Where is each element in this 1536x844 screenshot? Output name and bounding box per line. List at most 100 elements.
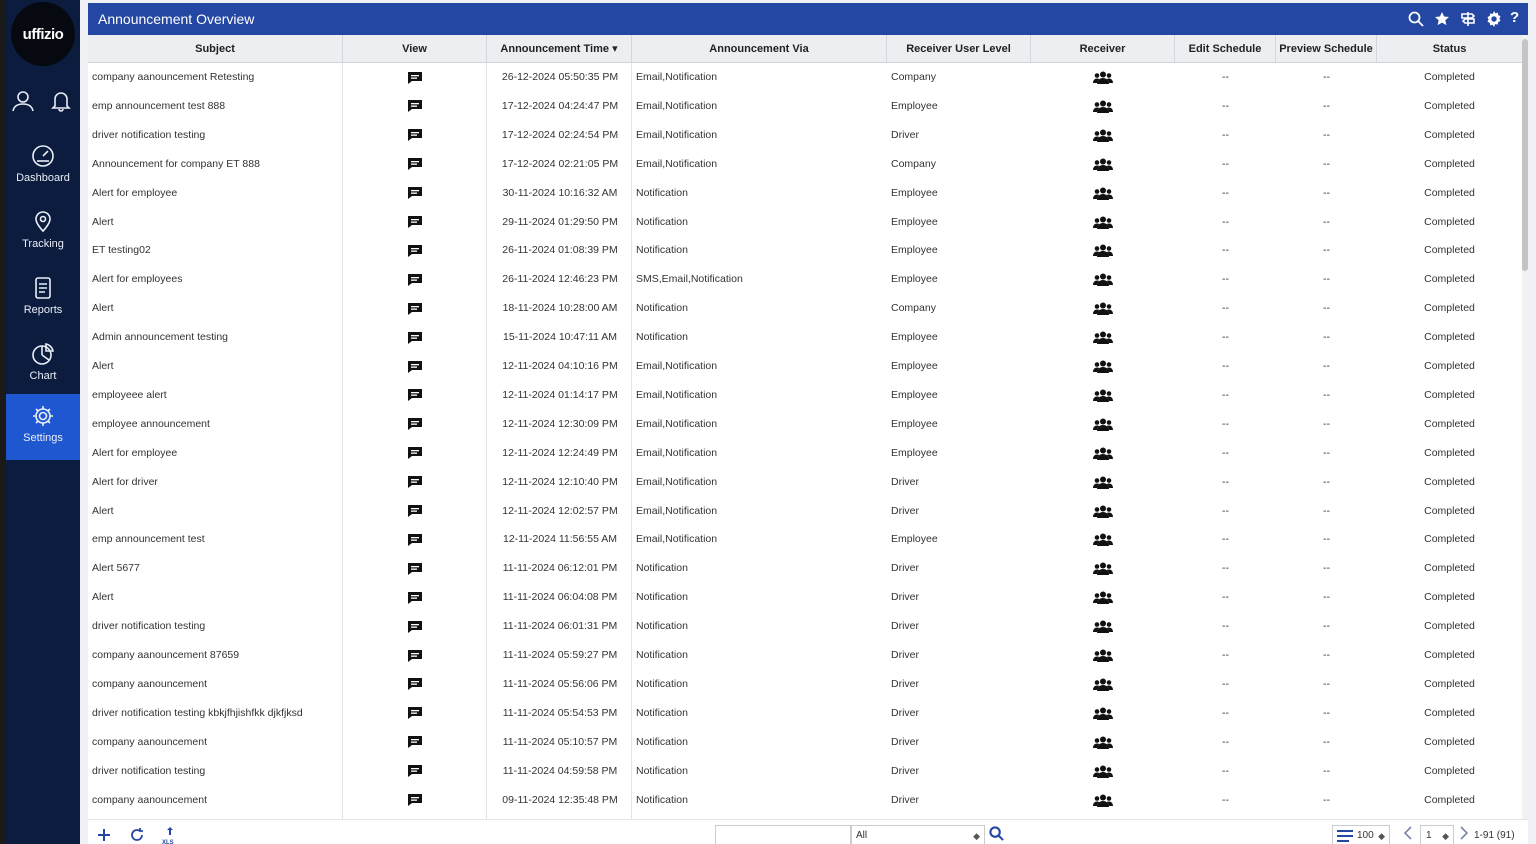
sidebar-item-reports[interactable]: Reports	[6, 266, 80, 332]
sidebar-item-dashboard[interactable]: Dashboard	[6, 134, 80, 200]
help-icon[interactable]: ?	[1510, 9, 1519, 26]
search-icon[interactable]	[989, 826, 1004, 844]
table-row[interactable]: emp announcement test 888 17-12-2024 04:2…	[88, 92, 1522, 121]
table-row[interactable]: company aanouncement 11-11-2024 05:10:57 …	[88, 728, 1522, 757]
receiver-group-icon[interactable]	[1031, 439, 1175, 468]
table-row[interactable]: Alert for driver 12-11-2024 12:10:40 PM Em…	[88, 468, 1522, 497]
view-message-icon[interactable]	[343, 352, 487, 381]
receiver-group-icon[interactable]	[1031, 786, 1175, 815]
page-number-select[interactable]: 1 ◆	[1420, 825, 1454, 844]
receiver-group-icon[interactable]	[1031, 323, 1175, 352]
table-row[interactable]: Alert 11-11-2024 06:04:08 PM Notification D…	[88, 583, 1522, 612]
receiver-group-icon[interactable]	[1031, 410, 1175, 439]
bell-icon[interactable]	[51, 90, 71, 117]
receiver-group-icon[interactable]	[1031, 352, 1175, 381]
table-row[interactable]: ET testing02 26-11-2024 01:08:39 PM Notifi…	[88, 236, 1522, 265]
view-message-icon[interactable]	[343, 699, 487, 728]
sidebar-item-tracking[interactable]: Tracking	[6, 200, 80, 266]
view-message-icon[interactable]	[343, 786, 487, 815]
table-row[interactable]: driver notification testing kbkjfhjishfk…	[88, 699, 1522, 728]
view-message-icon[interactable]	[343, 468, 487, 497]
view-message-icon[interactable]	[343, 63, 487, 92]
table-row[interactable]: company aanouncement 87659 11-11-2024 05:…	[88, 641, 1522, 670]
view-message-icon[interactable]	[343, 410, 487, 439]
table-row[interactable]: company aanouncement 11-11-2024 05:56:06 …	[88, 670, 1522, 699]
column-header-announcement-time[interactable]: Announcement Time ▾	[487, 35, 632, 63]
view-message-icon[interactable]	[343, 92, 487, 121]
view-message-icon[interactable]	[343, 179, 487, 208]
receiver-group-icon[interactable]	[1031, 554, 1175, 583]
view-message-icon[interactable]	[343, 150, 487, 179]
sidebar-item-chart[interactable]: Chart	[6, 332, 80, 398]
table-row[interactable]: Announcement for company ET 888 17-12-202…	[88, 150, 1522, 179]
view-message-icon[interactable]	[343, 265, 487, 294]
brand-logo[interactable]: uffizio	[11, 2, 75, 66]
receiver-group-icon[interactable]	[1031, 63, 1175, 92]
table-row[interactable]: driver notification testing 11-11-2024 04…	[88, 757, 1522, 786]
receiver-group-icon[interactable]	[1031, 757, 1175, 786]
favorite-star-icon[interactable]	[1434, 11, 1450, 32]
view-message-icon[interactable]	[343, 381, 487, 410]
table-row[interactable]: employeee alert 12-11-2024 01:14:17 PM Ema…	[88, 381, 1522, 410]
column-header-preview-schedule[interactable]: Preview Schedule	[1276, 35, 1377, 63]
filter-select[interactable]: All ◆	[851, 825, 985, 844]
receiver-group-icon[interactable]	[1031, 381, 1175, 410]
column-header-receiver[interactable]: Receiver	[1031, 35, 1175, 63]
view-message-icon[interactable]	[343, 208, 487, 237]
table-row[interactable]: company aanouncement 09-11-2024 12:35:48 …	[88, 786, 1522, 815]
view-message-icon[interactable]	[343, 236, 487, 265]
view-message-icon[interactable]	[343, 728, 487, 757]
table-row[interactable]: Alert 5677 11-11-2024 06:12:01 PM Notifica…	[88, 554, 1522, 583]
table-row[interactable]: driver notification testing 11-11-2024 06…	[88, 612, 1522, 641]
view-message-icon[interactable]	[343, 497, 487, 526]
table-row[interactable]: Alert for employees 26-11-2024 12:46:23 P…	[88, 265, 1522, 294]
gear-icon[interactable]	[1486, 11, 1502, 32]
receiver-group-icon[interactable]	[1031, 728, 1175, 757]
search-icon[interactable]	[1408, 11, 1424, 32]
table-row[interactable]: Alert for employee 30-11-2024 10:16:32 AM…	[88, 179, 1522, 208]
table-row[interactable]: Alert 12-11-2024 04:10:16 PM Email,Notific…	[88, 352, 1522, 381]
receiver-group-icon[interactable]	[1031, 265, 1175, 294]
search-input[interactable]	[715, 825, 851, 844]
table-row[interactable]: emp announcement test 12-11-2024 11:56:55…	[88, 525, 1522, 554]
table-row[interactable]: Alert 18-11-2024 10:28:00 AM Notification C…	[88, 294, 1522, 323]
table-row[interactable]: company aanouncement Retesting 26-12-2024…	[88, 63, 1522, 92]
next-page-icon[interactable]	[1458, 825, 1470, 844]
signpost-icon[interactable]	[1460, 11, 1476, 32]
refresh-icon[interactable]	[129, 827, 145, 844]
column-header-receiver-user-level[interactable]: Receiver User Level	[887, 35, 1031, 63]
receiver-group-icon[interactable]	[1031, 121, 1175, 150]
user-profile-icon[interactable]	[11, 90, 35, 117]
receiver-group-icon[interactable]	[1031, 468, 1175, 497]
column-header-edit-schedule[interactable]: Edit Schedule	[1175, 35, 1276, 63]
receiver-group-icon[interactable]	[1031, 612, 1175, 641]
view-message-icon[interactable]	[343, 294, 487, 323]
table-row[interactable]: Admin announcement testing 15-11-2024 10:…	[88, 323, 1522, 352]
view-message-icon[interactable]	[343, 670, 487, 699]
column-header-status[interactable]: Status	[1377, 35, 1522, 63]
table-row[interactable]: driver notification testing 17-12-2024 02…	[88, 121, 1522, 150]
sort-desc-icon[interactable]: ▾	[612, 43, 618, 55]
receiver-group-icon[interactable]	[1031, 497, 1175, 526]
page-size-select[interactable]: 100 ◆	[1332, 825, 1390, 844]
table-row[interactable]: Alert 12-11-2024 12:02:57 PM Email,Notific…	[88, 497, 1522, 526]
view-message-icon[interactable]	[343, 439, 487, 468]
receiver-group-icon[interactable]	[1031, 150, 1175, 179]
column-header-view[interactable]: View	[343, 35, 487, 63]
previous-page-icon[interactable]	[1402, 825, 1414, 844]
receiver-group-icon[interactable]	[1031, 208, 1175, 237]
view-message-icon[interactable]	[343, 121, 487, 150]
table-row[interactable]: Alert for employee 12-11-2024 12:24:49 PM…	[88, 439, 1522, 468]
view-message-icon[interactable]	[343, 757, 487, 786]
column-header-announcement-via[interactable]: Announcement Via	[632, 35, 887, 63]
receiver-group-icon[interactable]	[1031, 92, 1175, 121]
receiver-group-icon[interactable]	[1031, 179, 1175, 208]
receiver-group-icon[interactable]	[1031, 583, 1175, 612]
receiver-group-icon[interactable]	[1031, 670, 1175, 699]
receiver-group-icon[interactable]	[1031, 294, 1175, 323]
view-message-icon[interactable]	[343, 323, 487, 352]
column-header-subject[interactable]: Subject	[88, 35, 343, 63]
receiver-group-icon[interactable]	[1031, 641, 1175, 670]
receiver-group-icon[interactable]	[1031, 525, 1175, 554]
scrollbar-thumb[interactable]	[1522, 39, 1528, 271]
